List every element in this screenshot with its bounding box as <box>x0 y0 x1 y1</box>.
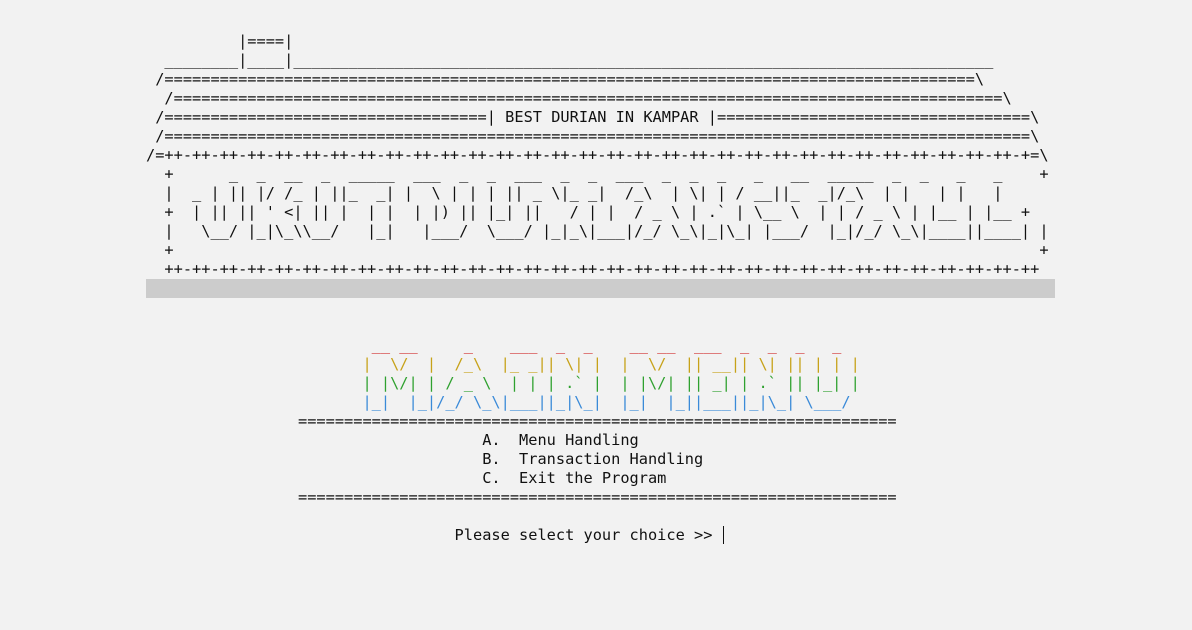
house-line: /=======================================… <box>146 127 1040 145</box>
house-line: /=======================================… <box>146 89 1012 107</box>
main-menu-title-line: |_| |_|/_/ \_\|___||_|\_| |_| |_||___||_… <box>298 393 851 411</box>
menu-option-c[interactable]: C. Exit the Program <box>298 469 666 487</box>
house-line: ++-++-++-++-++-++-++-++-++-++-++-++-++-+… <box>146 260 1040 278</box>
stall-name-art-line: + _ _ __ _ _____ ___ _ _ ___ _ _ ___ _ _… <box>146 165 1049 183</box>
house-line: /=++-++-++-++-++-++-++-++-++-++-++-++-++… <box>146 146 1049 164</box>
menu-option-a[interactable]: A. Menu Handling <box>298 431 639 449</box>
stall-name-art-line: | \__/ |_|\_\\__/ |_| |___/ \___/ |_|_\|… <box>146 222 1049 240</box>
stall-name-art-line: | _ | || |/ /_ | ||_ _| | \ | | | || _ \… <box>146 184 1003 202</box>
horizontal-scrollbar[interactable] <box>146 279 1055 298</box>
text-cursor[interactable] <box>722 526 724 544</box>
house-line: ________|____|__________________________… <box>146 51 994 69</box>
separator-top: ========================================… <box>298 412 897 430</box>
main-menu-title-line: | \/ | /_\ |_ _|| \| | | \/ || __|| \| |… <box>298 355 860 373</box>
main-menu-title-line: | |\/| | / _ \ | | | .` | | |\/| || _| |… <box>298 374 860 392</box>
main-menu-title-line: __ __ _ ___ _ _ __ __ ___ _ _ _ _ <box>298 336 842 354</box>
house-line: |====| <box>146 32 294 50</box>
house-line: /=======================================… <box>146 70 985 88</box>
separator-bottom: ========================================… <box>298 488 897 506</box>
house-line: + + <box>146 241 1049 259</box>
choice-prompt: Please select your choice >> <box>298 526 722 544</box>
menu-option-b[interactable]: B. Transaction Handling <box>298 450 703 468</box>
stall-name-art-line: + | || || ' <| || | | | | |) || |_| || /… <box>146 203 1031 221</box>
shop-sign-line: /===================================| BE… <box>146 108 1040 126</box>
main-menu-panel: __ __ _ ___ _ _ __ __ ___ _ _ _ _ | \/ |… <box>298 336 897 545</box>
durian-stall-ascii-banner: |====| ________|____|___________________… <box>146 32 1049 279</box>
